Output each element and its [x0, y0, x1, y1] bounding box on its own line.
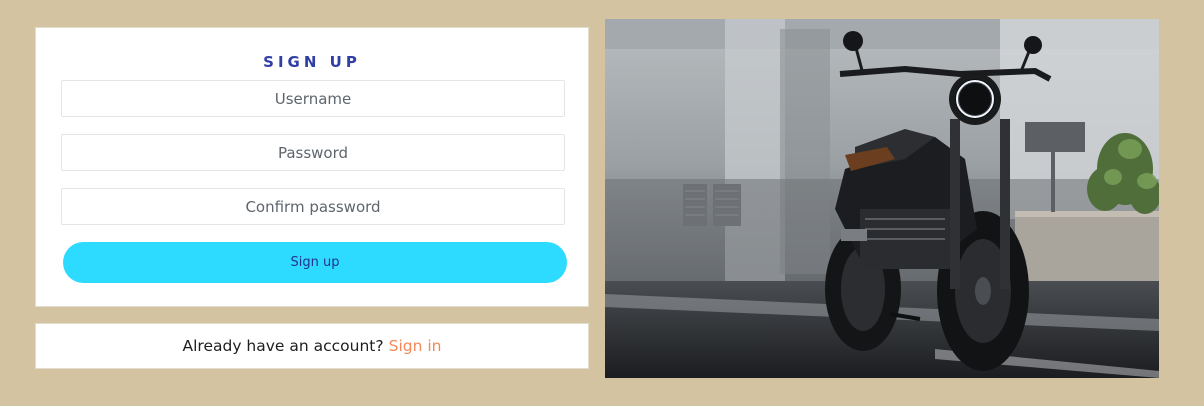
- signin-card: Already have an account? Sign in: [35, 323, 589, 369]
- signin-prompt: Already have an account?: [182, 337, 384, 355]
- password-input[interactable]: [61, 134, 565, 171]
- username-input[interactable]: [61, 80, 565, 117]
- signup-card: SIGN UP Sign up: [35, 27, 589, 307]
- signup-button[interactable]: Sign up: [63, 242, 567, 283]
- signup-title: SIGN UP: [263, 53, 361, 71]
- confirm-password-input[interactable]: [61, 188, 565, 225]
- page: SIGN UP Sign up Already have an account?…: [0, 0, 1204, 406]
- signin-link[interactable]: Sign in: [389, 337, 442, 355]
- motorcycle-photo: [605, 19, 1159, 378]
